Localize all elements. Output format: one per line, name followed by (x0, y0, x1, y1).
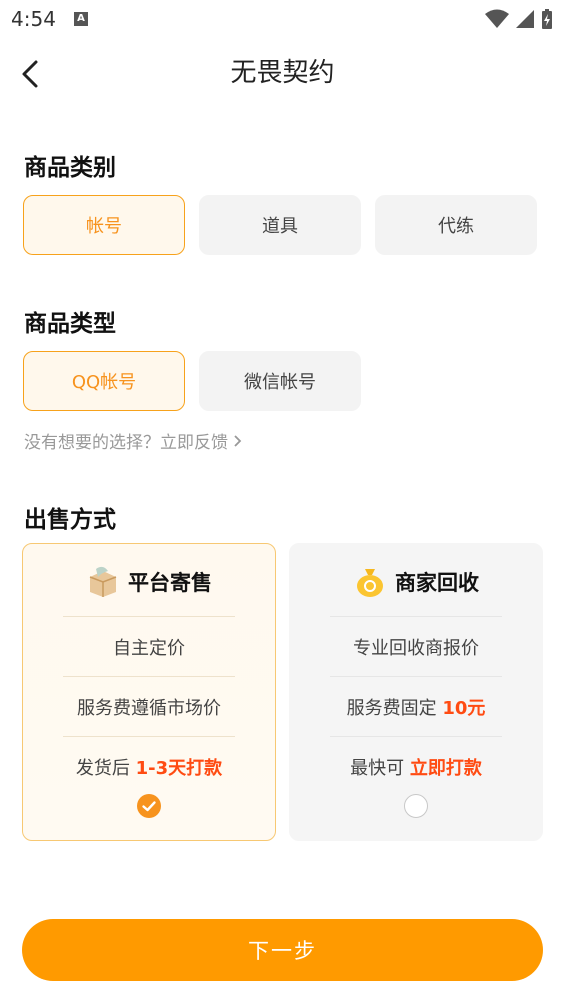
card-row-fee: 服务费遵循市场价 (77, 698, 221, 719)
radio-unchecked-icon[interactable] (404, 794, 428, 818)
type-option-wechat[interactable]: 微信帐号 (199, 351, 361, 411)
card-row-payout: 发货后 1-3天打款 (23, 754, 275, 780)
divider (63, 736, 235, 737)
card-row-quote: 专业回收商报价 (353, 638, 479, 659)
feedback-link[interactable]: 没有想要的选择？立即反馈 (24, 428, 244, 453)
category-option-items[interactable]: 道具 (199, 195, 361, 255)
card-header: 商家回收 (290, 562, 542, 602)
divider (63, 676, 235, 677)
wifi-icon (485, 9, 509, 28)
money-bag-icon (357, 569, 383, 597)
fee-highlight: 10元 (442, 698, 486, 719)
product-type-title: 商品类型 (24, 311, 116, 337)
payout-prefix: 发货后 (75, 758, 136, 779)
category-title: 商品类别 (24, 155, 116, 181)
sale-card-consignment[interactable]: 平台寄售 自主定价 服务费遵循市场价 发货后 1-3天打款 (22, 543, 276, 841)
fee-prefix: 服务费固定 (346, 698, 443, 719)
card-title: 商家回收 (395, 571, 479, 595)
divider (63, 616, 235, 617)
card-row-fee: 服务费固定 10元 (290, 694, 542, 720)
notification-icon: A (74, 12, 88, 26)
chevron-right-icon (234, 434, 242, 447)
payout-highlight: 立即打款 (409, 758, 482, 779)
next-button[interactable]: 下一步 (22, 919, 543, 981)
feedback-text: 没有想要的选择？立即反馈 (24, 433, 228, 453)
type-option-qq[interactable]: QQ帐号 (23, 351, 185, 411)
status-time: 4:54 (11, 7, 56, 31)
payout-prefix: 最快可 (350, 758, 410, 779)
card-title: 平台寄售 (128, 571, 212, 595)
status-bar: 4:54 A (0, 0, 565, 40)
payout-highlight: 1-3天打款 (135, 758, 223, 779)
category-option-boosting[interactable]: 代练 (375, 195, 537, 255)
card-row-pricing: 自主定价 (113, 638, 185, 659)
card-row-payout: 最快可 立即打款 (290, 754, 542, 780)
divider (330, 616, 502, 617)
card-header: 平台寄售 (23, 562, 275, 602)
sale-card-recycle[interactable]: 商家回收 专业回收商报价 服务费固定 10元 最快可 立即打款 (289, 543, 543, 841)
status-icons (485, 8, 553, 30)
divider (330, 736, 502, 737)
battery-icon (542, 9, 552, 29)
page-title: 无畏契约 (230, 58, 335, 88)
header: 无畏契约 (0, 44, 565, 104)
divider (330, 676, 502, 677)
signal-icon (516, 10, 534, 28)
parcel-box-icon (89, 566, 117, 597)
radio-checked-icon[interactable] (137, 794, 161, 818)
sale-method-title: 出售方式 (24, 507, 116, 533)
category-option-account[interactable]: 帐号 (23, 195, 185, 255)
